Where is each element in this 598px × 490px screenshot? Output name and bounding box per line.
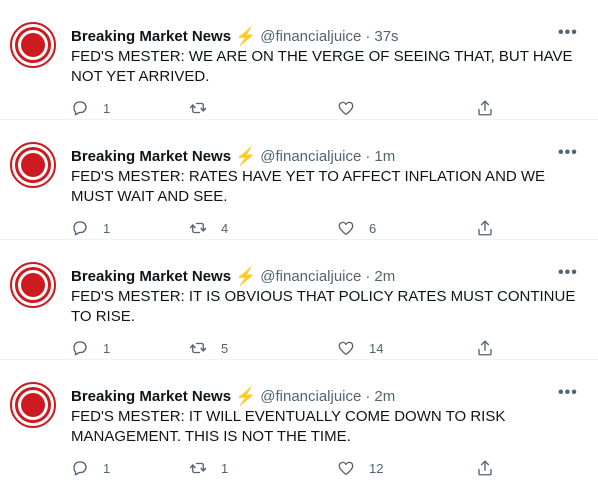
- tweet-header: Breaking Market News ⚡ @financialjuice ·…: [71, 386, 395, 406]
- separator: ·: [365, 267, 371, 285]
- tweet[interactable]: Breaking Market News ⚡ @financialjuice ·…: [0, 0, 598, 120]
- like-icon: [338, 221, 354, 236]
- reply-button[interactable]: 1: [71, 219, 110, 237]
- more-icon[interactable]: •••: [558, 265, 577, 284]
- reply-button[interactable]: 1: [71, 459, 110, 477]
- more-icon[interactable]: •••: [558, 145, 577, 164]
- reply-icon: [73, 341, 87, 356]
- author-name[interactable]: Breaking Market News: [71, 148, 231, 165]
- like-count: 6: [369, 220, 377, 236]
- share-icon: [478, 220, 492, 236]
- tweet-header: Breaking Market News ⚡ @financialjuice ·…: [71, 26, 399, 46]
- retweet-button[interactable]: [189, 99, 221, 117]
- tweet-text: FED'S MESTER: IT WILL EVENTUALLY COME DO…: [71, 408, 506, 445]
- retweet-button[interactable]: 1: [189, 459, 228, 477]
- retweet-icon: [189, 222, 207, 234]
- separator: ·: [365, 27, 371, 45]
- reply-button[interactable]: 1: [71, 339, 110, 357]
- like-button[interactable]: 6: [337, 219, 376, 237]
- timestamp[interactable]: 2m: [374, 388, 395, 405]
- timestamp[interactable]: 2m: [374, 268, 395, 285]
- retweet-icon: [189, 462, 207, 474]
- tweet-actions: 1: [71, 99, 501, 117]
- timestamp[interactable]: 1m: [374, 148, 395, 165]
- retweet-button[interactable]: 5: [189, 339, 228, 357]
- like-icon: [338, 101, 354, 116]
- retweet-icon: [189, 342, 207, 354]
- share-icon: [478, 340, 492, 356]
- tweet-actions: 1 4 6: [71, 219, 501, 237]
- avatar[interactable]: [10, 142, 56, 188]
- reply-button[interactable]: 1: [71, 99, 110, 117]
- timestamp[interactable]: 37s: [374, 28, 398, 45]
- tweet-actions: 1 5 14: [71, 339, 501, 357]
- reply-icon: [73, 221, 87, 236]
- retweet-count: 4: [221, 220, 229, 236]
- author-handle[interactable]: @financialjuice: [260, 268, 361, 285]
- retweet-count: 5: [221, 340, 229, 356]
- like-button[interactable]: 14: [337, 339, 383, 357]
- share-button[interactable]: [476, 219, 494, 237]
- author-handle[interactable]: @financialjuice: [260, 388, 361, 405]
- retweet-icon: [189, 102, 207, 114]
- tweet[interactable]: Breaking Market News ⚡ @financialjuice ·…: [0, 360, 598, 490]
- separator: ·: [365, 147, 371, 165]
- retweet-button[interactable]: 4: [189, 219, 228, 237]
- lightning-bolt-icon: ⚡: [235, 26, 257, 46]
- like-icon: [338, 461, 354, 476]
- tweet-header: Breaking Market News ⚡ @financialjuice ·…: [71, 266, 395, 286]
- lightning-bolt-icon: ⚡: [235, 146, 257, 166]
- share-button[interactable]: [476, 99, 494, 117]
- like-count: 12: [369, 460, 384, 476]
- share-icon: [478, 460, 492, 476]
- reply-count: 1: [103, 460, 111, 476]
- reply-icon: [73, 101, 87, 116]
- tweet-header: Breaking Market News ⚡ @financialjuice ·…: [71, 146, 395, 166]
- author-handle[interactable]: @financialjuice: [260, 28, 361, 45]
- share-button[interactable]: [476, 459, 494, 477]
- more-icon[interactable]: •••: [558, 25, 577, 44]
- author-handle[interactable]: @financialjuice: [260, 148, 361, 165]
- tweet-text: FED'S MESTER: WE ARE ON THE VERGE OF SEE…: [71, 48, 573, 85]
- reply-count: 1: [103, 220, 111, 236]
- separator: ·: [365, 387, 371, 405]
- lightning-bolt-icon: ⚡: [235, 266, 257, 286]
- author-name[interactable]: Breaking Market News: [71, 388, 231, 405]
- share-button[interactable]: [476, 339, 494, 357]
- tweet-text: FED'S MESTER: IT IS OBVIOUS THAT POLICY …: [71, 288, 576, 325]
- tweet-text: FED'S MESTER: RATES HAVE YET TO AFFECT I…: [71, 168, 546, 205]
- like-button[interactable]: [337, 99, 369, 117]
- tweet[interactable]: Breaking Market News ⚡ @financialjuice ·…: [0, 120, 598, 240]
- tweet[interactable]: Breaking Market News ⚡ @financialjuice ·…: [0, 240, 598, 360]
- tweet-feed: Breaking Market News ⚡ @financialjuice ·…: [0, 0, 598, 490]
- avatar[interactable]: [10, 262, 56, 308]
- lightning-bolt-icon: ⚡: [235, 386, 257, 406]
- avatar[interactable]: [10, 382, 56, 428]
- like-count: 14: [369, 340, 384, 356]
- tweet-actions: 1 1 12: [71, 459, 501, 477]
- reply-count: 1: [103, 100, 111, 116]
- reply-icon: [73, 461, 87, 476]
- author-name[interactable]: Breaking Market News: [71, 268, 231, 285]
- avatar[interactable]: [10, 22, 56, 68]
- author-name[interactable]: Breaking Market News: [71, 28, 231, 45]
- more-icon[interactable]: •••: [558, 385, 577, 404]
- reply-count: 1: [103, 340, 111, 356]
- retweet-count: 1: [221, 460, 229, 476]
- share-icon: [478, 100, 492, 116]
- like-button[interactable]: 12: [337, 459, 383, 477]
- like-icon: [338, 341, 354, 356]
